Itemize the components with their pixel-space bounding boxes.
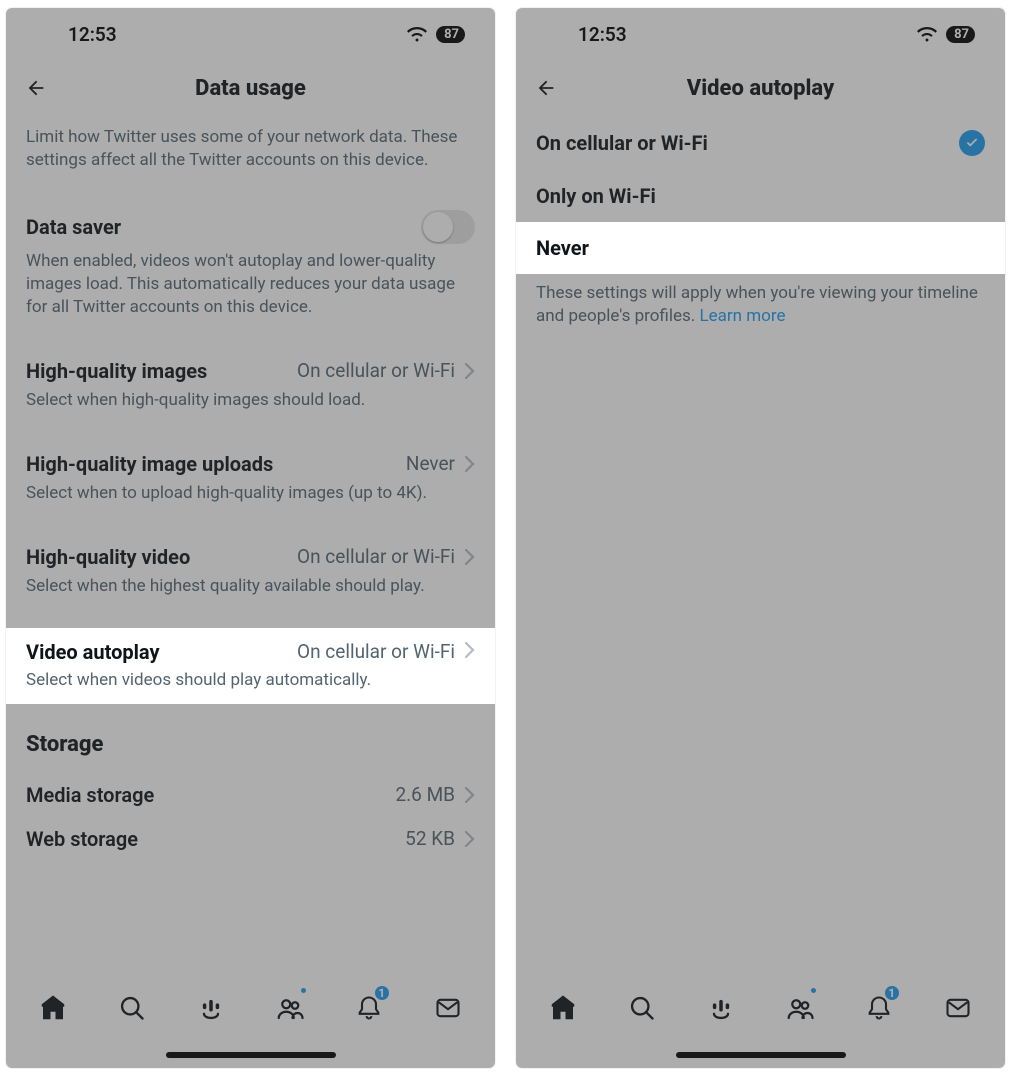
back-button[interactable] — [532, 74, 560, 102]
option-label: Never — [536, 236, 589, 260]
nav-header: Data usage — [6, 60, 495, 116]
chevron-right-icon — [465, 363, 475, 379]
row-hq-images[interactable]: High-quality images On cellular or Wi-Fi… — [26, 349, 475, 422]
autoplay-label: Video autoplay — [26, 640, 160, 664]
hq-video-desc: Select when the highest quality availabl… — [26, 575, 475, 598]
data-saver-label: Data saver — [26, 215, 121, 239]
chevron-right-icon — [465, 787, 475, 803]
footnote-text: These settings will apply when you're vi… — [516, 274, 1005, 328]
hq-images-desc: Select when high-quality images should l… — [26, 389, 475, 412]
status-bar: 12:53 87 — [516, 8, 1005, 60]
hq-images-label: High-quality images — [26, 359, 207, 383]
chevron-right-icon — [465, 549, 475, 565]
hq-upload-value: Never — [406, 452, 455, 475]
page-title: Video autoplay — [687, 76, 834, 101]
hq-images-value: On cellular or Wi-Fi — [297, 359, 455, 382]
phone-left: 12:53 87 Data usage Limit how Twitter — [6, 8, 495, 1068]
option-label: Only on Wi-Fi — [536, 184, 656, 208]
row-data-saver[interactable]: Data saver When enabled, videos won't au… — [26, 200, 475, 329]
hq-upload-label: High-quality image uploads — [26, 452, 273, 476]
tab-search[interactable] — [110, 986, 154, 1030]
status-time: 12:53 — [68, 23, 117, 46]
autoplay-desc: Select when videos should play automatic… — [26, 670, 475, 690]
data-saver-desc: When enabled, videos won't autoplay and … — [26, 250, 475, 319]
tab-home[interactable] — [541, 986, 585, 1030]
tab-messages[interactable] — [936, 986, 980, 1030]
chevron-right-icon — [465, 456, 475, 472]
media-storage-value: 2.6 MB — [395, 783, 455, 806]
battery-icon: 87 — [436, 26, 465, 43]
tab-home[interactable] — [31, 986, 75, 1030]
row-hq-upload[interactable]: High-quality image uploads Never Select … — [26, 442, 475, 515]
tab-notifications[interactable]: 1 — [857, 986, 901, 1030]
tab-spaces[interactable] — [699, 986, 743, 1030]
status-time: 12:53 — [578, 23, 627, 46]
learn-more-link[interactable]: Learn more — [699, 306, 785, 326]
tab-communities[interactable] — [268, 986, 312, 1030]
option-label: On cellular or Wi-Fi — [536, 131, 708, 155]
row-video-autoplay[interactable]: Video autoplay On cellular or Wi-Fi Sele… — [6, 628, 495, 704]
home-indicator — [166, 1052, 336, 1058]
autoplay-value: On cellular or Wi-Fi — [297, 640, 455, 663]
option-cellular-wifi[interactable]: On cellular or Wi-Fi — [516, 116, 1005, 170]
row-web-storage[interactable]: Web storage 52 KB — [26, 817, 475, 861]
tab-messages[interactable] — [426, 986, 470, 1030]
communities-dot-icon — [809, 986, 818, 995]
web-storage-label: Web storage — [26, 827, 138, 851]
chevron-right-icon — [465, 831, 475, 847]
media-storage-label: Media storage — [26, 783, 154, 807]
row-media-storage[interactable]: Media storage 2.6 MB — [26, 773, 475, 817]
storage-header: Storage — [26, 732, 475, 757]
option-never[interactable]: Never — [516, 222, 1005, 274]
data-saver-toggle[interactable] — [421, 210, 475, 244]
row-hq-video[interactable]: High-quality video On cellular or Wi-Fi … — [26, 535, 475, 608]
chevron-right-icon — [465, 642, 475, 662]
tab-spaces[interactable] — [189, 986, 233, 1030]
notifications-badge: 1 — [883, 984, 901, 1002]
web-storage-value: 52 KB — [405, 827, 455, 850]
wifi-icon — [916, 26, 938, 42]
battery-level: 87 — [954, 27, 969, 42]
option-wifi-only[interactable]: Only on Wi-Fi — [516, 170, 1005, 222]
battery-level: 87 — [444, 27, 459, 42]
checkmark-icon — [959, 130, 985, 156]
tab-notifications[interactable]: 1 — [347, 986, 391, 1030]
back-button[interactable] — [22, 74, 50, 102]
page-title: Data usage — [195, 76, 306, 101]
tab-search[interactable] — [620, 986, 664, 1030]
battery-icon: 87 — [946, 26, 975, 43]
hq-video-label: High-quality video — [26, 545, 190, 569]
status-bar: 12:53 87 — [6, 8, 495, 60]
notifications-badge: 1 — [373, 984, 391, 1002]
hq-video-value: On cellular or Wi-Fi — [297, 545, 455, 568]
nav-header: Video autoplay — [516, 60, 1005, 116]
tab-communities[interactable] — [778, 986, 822, 1030]
intro-text: Limit how Twitter uses some of your netw… — [26, 126, 475, 172]
communities-dot-icon — [299, 986, 308, 995]
hq-upload-desc: Select when to upload high-quality image… — [26, 482, 475, 505]
phone-right: 12:53 87 Video autoplay On cellular or — [516, 8, 1005, 1068]
wifi-icon — [406, 26, 428, 42]
home-indicator — [676, 1052, 846, 1058]
